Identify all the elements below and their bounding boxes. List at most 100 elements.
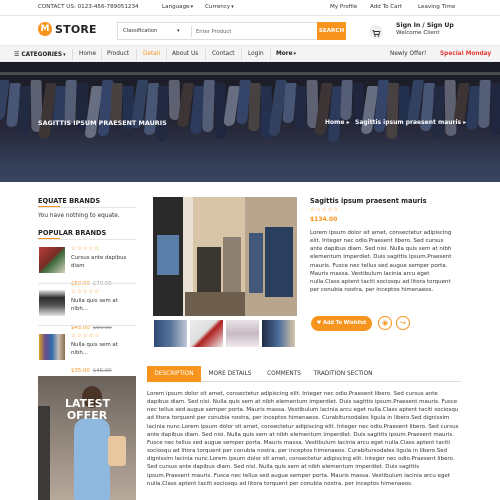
add-to-wishlist-button[interactable]: ♥ Add To Wishlist <box>311 316 372 331</box>
my-profile-link[interactable]: My Profile <box>330 4 357 10</box>
product-old-price: $70.00 <box>92 281 112 287</box>
tab-more-details[interactable]: MORE DETAILS <box>201 366 259 382</box>
rating-stars-icon: ☆☆☆☆☆ <box>71 333 101 339</box>
product-thumbnail[interactable] <box>39 290 65 316</box>
search-divider <box>191 26 192 37</box>
image-region <box>157 235 179 275</box>
main-nav: ☰ CATEGORIES▾ Home Product Detail About … <box>0 45 500 62</box>
store-logo[interactable]: M STORE <box>38 22 97 38</box>
nav-divider <box>136 49 137 60</box>
image-region <box>265 227 293 297</box>
nav-divider <box>101 49 102 60</box>
nav-item-more[interactable]: More▾ <box>276 51 296 57</box>
image-region <box>223 237 241 292</box>
categories-menu[interactable]: ☰ CATEGORIES▾ <box>14 51 66 58</box>
nav-item-contact[interactable]: Contact <box>212 51 235 57</box>
popular-brands-heading: POPULAR BRANDS <box>38 229 107 237</box>
product-name[interactable]: Nulla quis sem at nibh... <box>71 298 133 313</box>
welcome-text: Welcome Client <box>396 30 440 36</box>
tab-description[interactable]: DESCRIPTION <box>147 366 201 382</box>
product-main-image[interactable] <box>153 197 297 316</box>
leaving-time-link[interactable]: Leaving Time <box>418 4 455 10</box>
tab-content: Lorem ipsum dolor sit amet, consectetur … <box>147 391 459 487</box>
nav-item-home[interactable]: Home <box>79 51 96 57</box>
rating-stars-icon: ☆☆☆☆☆ <box>71 246 101 252</box>
chevron-down-icon: ▾ <box>231 4 234 10</box>
product-thumbnail[interactable] <box>226 320 259 347</box>
product-price: $35.00 <box>71 368 90 374</box>
categories-label: CATEGORIES <box>21 52 63 58</box>
promo-title: LATEST OFFER <box>65 397 111 422</box>
product-thumbnail[interactable] <box>39 334 65 360</box>
search-category-label: Classification <box>123 28 158 34</box>
contact-info: CONTACT US: 0123-456-789051234 <box>38 4 139 10</box>
currency-dropdown[interactable]: Currency▾ <box>205 4 234 10</box>
breadcrumb-home-label: Home <box>325 119 345 126</box>
newly-offer-link[interactable]: Newly Offer! <box>390 51 426 57</box>
search-category-select[interactable]: Classification ▾ <box>123 28 180 34</box>
rating-stars-icon: ☆☆☆☆☆ <box>310 207 340 213</box>
latest-offer-banner[interactable]: LATEST OFFER <box>38 376 136 500</box>
divider <box>38 283 136 284</box>
product-old-price: $45.00 <box>92 368 112 374</box>
promo-figure <box>38 406 50 500</box>
divider <box>38 239 136 240</box>
cart-icon[interactable] <box>369 25 383 39</box>
image-region <box>249 233 263 293</box>
top-bar: CONTACT US: 0123-456-789051234 Language▾… <box>0 0 500 16</box>
shopping-cart-icon <box>372 30 381 37</box>
nav-divider <box>166 49 167 60</box>
breadcrumb-current: Sagittis ipsum praesent mauris ▸ <box>355 119 466 126</box>
language-dropdown[interactable]: Language▾ <box>162 4 193 10</box>
search-button[interactable]: SEARCH <box>317 22 346 40</box>
nav-divider <box>241 49 242 60</box>
nav-item-detail[interactable]: Detail <box>143 51 160 57</box>
chevron-right-icon: ▸ <box>463 119 467 126</box>
banner-title: SAGITTIS IPSUM PRAESENT MAURIS <box>38 119 167 127</box>
product-title: Sagittis ipsum praesent mauris <box>310 197 427 205</box>
product-tabs: DESCRIPTION MORE DETAILS COMMENTS TRADIT… <box>147 366 461 382</box>
breadcrumb-home[interactable]: Home ▸ <box>325 119 350 126</box>
rating-stars-icon: ☆☆☆☆☆ <box>71 289 101 295</box>
product-price-row: $50.00 $70.00 <box>71 270 112 289</box>
product-name[interactable]: Nulla quis sem at nibh... <box>71 342 133 357</box>
cart-icon[interactable]: ◉ <box>378 316 392 330</box>
chevron-right-icon: ▸ <box>346 119 350 126</box>
logo-text: STORE <box>55 23 97 36</box>
add-to-cart-link[interactable]: Add To Cart <box>370 4 402 10</box>
equate-brands-heading: EQUATE BRANDS <box>38 197 101 205</box>
nav-item-product[interactable]: Product <box>107 51 129 57</box>
more-label: More <box>276 51 293 57</box>
tab-comments[interactable]: COMMENTS <box>259 366 309 382</box>
product-thumbnail[interactable] <box>190 320 223 347</box>
divider <box>38 325 136 326</box>
special-monday-link[interactable]: Special Monday <box>440 51 491 57</box>
tab-tradition-section[interactable]: TRADITION SECTION <box>309 366 377 382</box>
equate-empty-text: You have nothing to equate. <box>38 213 120 219</box>
search-bar: Classification ▾ SEARCH <box>117 22 346 40</box>
product-thumbnail[interactable] <box>154 320 187 347</box>
divider <box>38 207 136 208</box>
currency-label: Currency <box>205 4 231 10</box>
product-name[interactable]: Cursus ante dapibus diam <box>71 255 133 270</box>
nav-divider <box>205 49 206 60</box>
nav-item-login[interactable]: Login <box>248 51 264 57</box>
product-thumbnail[interactable] <box>39 247 65 273</box>
share-icon[interactable]: ↪ <box>396 316 410 330</box>
product-price-row: $45.00 $60.00 <box>71 314 112 333</box>
nav-divider <box>72 49 73 60</box>
promo-figure <box>74 418 110 500</box>
chevron-down-icon: ▾ <box>190 4 194 10</box>
product-description: Lorem ipsum dolor sit amet, consectetur … <box>310 230 452 294</box>
breadcrumb-current-label: Sagittis ipsum praesent mauris <box>355 119 462 126</box>
chevron-down-icon: ▾ <box>176 28 180 34</box>
product-thumbnail[interactable] <box>262 320 295 347</box>
sign-in-link[interactable]: Sign In / Sign Up <box>396 22 454 29</box>
nav-item-about-us[interactable]: About Us <box>172 51 198 57</box>
product-price: $134.00 <box>310 216 338 223</box>
heart-icon: ♥ <box>316 320 322 326</box>
search-input[interactable] <box>196 25 316 38</box>
language-label: Language <box>162 4 190 10</box>
product-price-row: $35.00 $45.00 <box>71 357 112 376</box>
image-region <box>185 292 245 316</box>
